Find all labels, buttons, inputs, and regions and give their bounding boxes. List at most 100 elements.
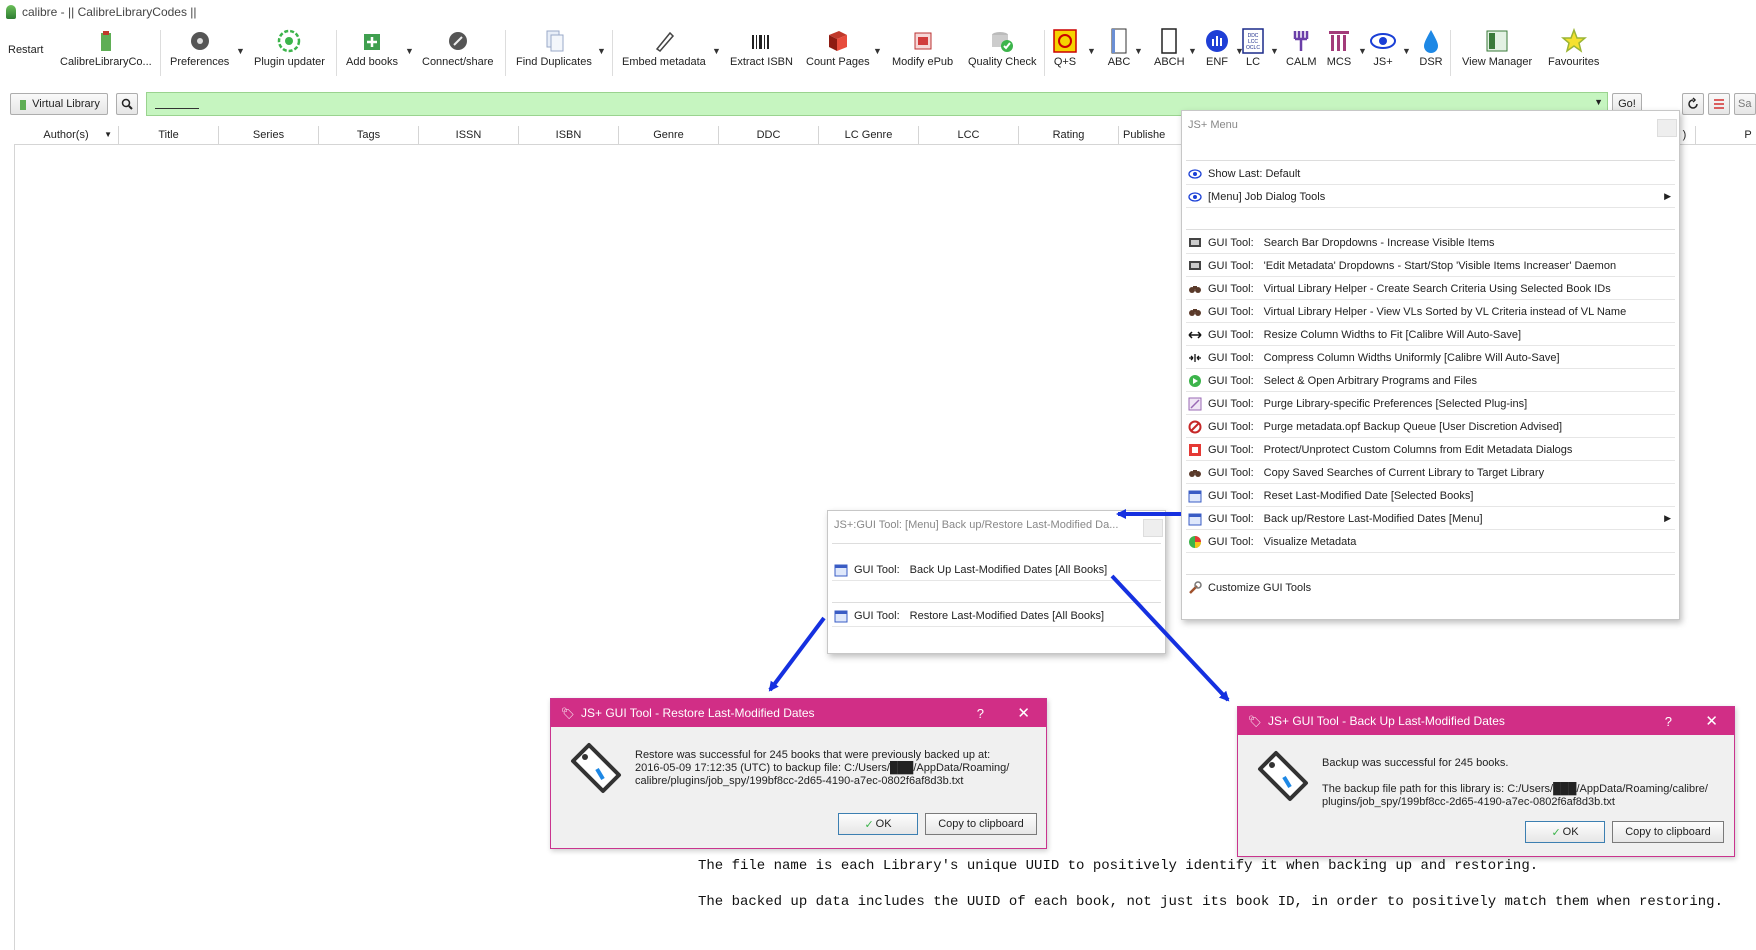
- tag-icon: 🏷: [561, 708, 575, 720]
- preferences-dropdown-arrow-icon[interactable]: ▼: [236, 46, 245, 56]
- qs-button[interactable]: Q+S: [1052, 28, 1078, 68]
- close-icon[interactable]: ✕: [1017, 704, 1030, 722]
- enf-button[interactable]: ENF: [1204, 28, 1230, 68]
- column-header-partial[interactable]: P: [1740, 126, 1756, 144]
- menu-item-show-last[interactable]: Show Last: Default: [1186, 163, 1675, 185]
- copy-label: Copy to clipboard: [938, 818, 1024, 830]
- menu-item-gui-tool[interactable]: GUI Tool: Purge Library-specific Preferen…: [1186, 393, 1675, 415]
- menu-item-gui-tool[interactable]: GUI Tool: Visualize Metadata: [1186, 531, 1675, 553]
- column-header-issn[interactable]: ISSN: [419, 126, 519, 144]
- abch-dropdown-arrow-icon[interactable]: ▼: [1188, 46, 1197, 56]
- column-header-lcc[interactable]: LCC: [919, 126, 1019, 144]
- abc-dropdown-arrow-icon[interactable]: ▼: [1134, 46, 1143, 56]
- add-books-label: Add books: [346, 56, 398, 68]
- copy-to-clipboard-button[interactable]: Copy to clipboard: [1612, 821, 1724, 843]
- menu-item-gui-tool[interactable]: GUI Tool: Virtual Library Helper - Create…: [1186, 278, 1675, 300]
- help-icon[interactable]: ?: [977, 706, 984, 721]
- menu-item-gui-tool[interactable]: GUI Tool: Protect/Unprotect Custom Column…: [1186, 439, 1675, 461]
- submenu-item-backup-dates[interactable]: GUI Tool: Back Up Last-Modified Dates [Al…: [832, 559, 1161, 581]
- search-toggle-button[interactable]: [116, 93, 138, 115]
- wrench-icon: [1188, 581, 1202, 594]
- window-title: calibre - || CalibreLibraryCodes ||: [22, 5, 197, 19]
- menu-item-gui-tool[interactable]: GUI Tool: Reset Last-Modified Date [Selec…: [1186, 485, 1675, 507]
- menu-close-icon[interactable]: [1143, 519, 1163, 537]
- preferences-button[interactable]: Preferences: [170, 28, 229, 68]
- dsr-button[interactable]: DSR: [1418, 28, 1444, 68]
- view-manager-button[interactable]: View Manager: [1462, 28, 1532, 68]
- library-button[interactable]: CalibreLibraryCo...: [60, 28, 152, 68]
- quality-check-button[interactable]: Quality Check: [968, 28, 1036, 68]
- qs-dropdown-arrow-icon[interactable]: ▼: [1087, 46, 1096, 56]
- embed-metadata-button[interactable]: Embed metadata: [622, 28, 706, 68]
- extract-isbn-button[interactable]: Extract ISBN: [730, 28, 793, 68]
- menu-item-gui-tool[interactable]: GUI Tool: Compress Column Widths Uniforml…: [1186, 347, 1675, 369]
- search-history-dropdown-icon[interactable]: ▼: [1594, 97, 1603, 107]
- column-header-isbn[interactable]: ISBN: [519, 126, 619, 144]
- calendar-icon: [834, 610, 848, 622]
- column-header-lc-genre[interactable]: LC Genre: [819, 126, 919, 144]
- menu-item-gui-tool[interactable]: GUI Tool: Purge metadata.opf Backup Queue…: [1186, 416, 1675, 438]
- abc-button[interactable]: ABC: [1106, 28, 1132, 68]
- abc-label: ABC: [1107, 56, 1131, 68]
- calm-button[interactable]: CALM: [1286, 28, 1317, 68]
- copy-to-clipboard-button[interactable]: Copy to clipboard: [925, 813, 1037, 835]
- add-books-dropdown-arrow-icon[interactable]: ▼: [405, 46, 414, 56]
- column-header-series[interactable]: Series: [219, 126, 319, 144]
- menu-item-gui-tool[interactable]: GUI Tool: Virtual Library Helper - View V…: [1186, 301, 1675, 323]
- help-icon[interactable]: ?: [1665, 714, 1672, 729]
- find-duplicates-button[interactable]: Find Duplicates: [516, 28, 592, 68]
- menu-item-gui-tool[interactable]: GUI Tool: Select & Open Arbitrary Program…: [1186, 370, 1675, 392]
- plugin-updater-button[interactable]: Plugin updater: [254, 28, 325, 68]
- mcs-dropdown-arrow-icon[interactable]: ▼: [1358, 46, 1367, 56]
- column-header-label: ISSN: [455, 129, 482, 141]
- menu-item-label: Resize Column Widths to Fit [Calibre Wil…: [1263, 328, 1522, 341]
- view-manager-label: View Manager: [1462, 56, 1533, 68]
- abch-button[interactable]: ABCH: [1154, 28, 1185, 68]
- favourites-button[interactable]: Favourites: [1548, 28, 1599, 68]
- count-pages-dropdown-arrow-icon[interactable]: ▼: [873, 46, 882, 56]
- binoculars-icon: [1188, 306, 1202, 318]
- close-icon[interactable]: ✕: [1705, 712, 1718, 730]
- embed-metadata-dropdown-arrow-icon[interactable]: ▼: [712, 46, 721, 56]
- menu-item-gui-tool[interactable]: GUI Tool: Resize Column Widths to Fit [Ca…: [1186, 324, 1675, 346]
- view-manager-icon: [1484, 28, 1510, 54]
- gui-tool-prefix: GUI Tool:: [1208, 489, 1254, 502]
- submenu-item-restore-dates[interactable]: GUI Tool: Restore Last-Modified Dates [Al…: [832, 605, 1161, 627]
- column-header-label: Title: [158, 129, 179, 141]
- column-header-ddc[interactable]: DDC: [719, 126, 819, 144]
- dialog-titlebar: 🏷 JS+ GUI Tool - Back Up Last-Modified D…: [1238, 707, 1734, 735]
- menu-item-gui-tool[interactable]: GUI Tool: Copy Saved Searches of Current …: [1186, 462, 1675, 484]
- saved-search-input[interactable]: Sa: [1734, 93, 1756, 115]
- virtual-library-button[interactable]: Virtual Library: [10, 93, 108, 115]
- menu-item-gui-tool[interactable]: GUI Tool: 'Edit Metadata' Dropdowns - Sta…: [1186, 255, 1675, 277]
- ok-button[interactable]: ✓ OK: [1525, 821, 1605, 843]
- jsplus-dropdown-arrow-icon[interactable]: ▼: [1402, 46, 1411, 56]
- menu-item-gui-tool[interactable]: GUI Tool: Search Bar Dropdowns - Increase…: [1186, 232, 1675, 254]
- menu-item-customize-gui-tools[interactable]: Customize GUI Tools: [1186, 577, 1675, 599]
- highlight-toggle-button[interactable]: [1708, 93, 1730, 115]
- menu-item-job-dialog-tools[interactable]: [Menu] Job Dialog Tools ▶: [1186, 186, 1675, 208]
- restart-button[interactable]: Restart: [8, 44, 43, 56]
- menu-item-label: Purge Library-specific Preferences [Sele…: [1263, 397, 1528, 410]
- column-header-title[interactable]: Title: [119, 126, 219, 144]
- column-header-genre[interactable]: Genre: [619, 126, 719, 144]
- add-books-button[interactable]: Add books: [346, 28, 398, 68]
- column-header-rating[interactable]: Rating: [1019, 126, 1119, 144]
- column-header-authors[interactable]: Author(s) ▼: [14, 126, 119, 144]
- column-header-tags[interactable]: Tags: [319, 126, 419, 144]
- connect-share-button[interactable]: Connect/share: [422, 28, 494, 68]
- lc-button[interactable]: DDC LCC OCLC LC: [1240, 28, 1266, 68]
- jsplus-button[interactable]: JS+: [1370, 28, 1396, 68]
- menu-separator: [1186, 229, 1675, 230]
- modify-epub-button[interactable]: Modify ePub: [892, 28, 953, 68]
- refresh-button[interactable]: [1682, 93, 1704, 115]
- gui-tool-prefix: GUI Tool:: [1208, 259, 1254, 272]
- check-icon: ✓: [1551, 826, 1561, 839]
- mcs-button[interactable]: MCS: [1326, 28, 1352, 68]
- menu-close-icon[interactable]: [1657, 119, 1677, 137]
- find-duplicates-dropdown-arrow-icon[interactable]: ▼: [597, 46, 606, 56]
- menu-item-backup-restore-dates[interactable]: GUI Tool: Back up/Restore Last-Modified D…: [1186, 508, 1675, 530]
- lc-dropdown-arrow-icon[interactable]: ▼: [1270, 46, 1279, 56]
- ok-button[interactable]: ✓ OK: [838, 813, 918, 835]
- count-pages-button[interactable]: Count Pages: [806, 28, 870, 68]
